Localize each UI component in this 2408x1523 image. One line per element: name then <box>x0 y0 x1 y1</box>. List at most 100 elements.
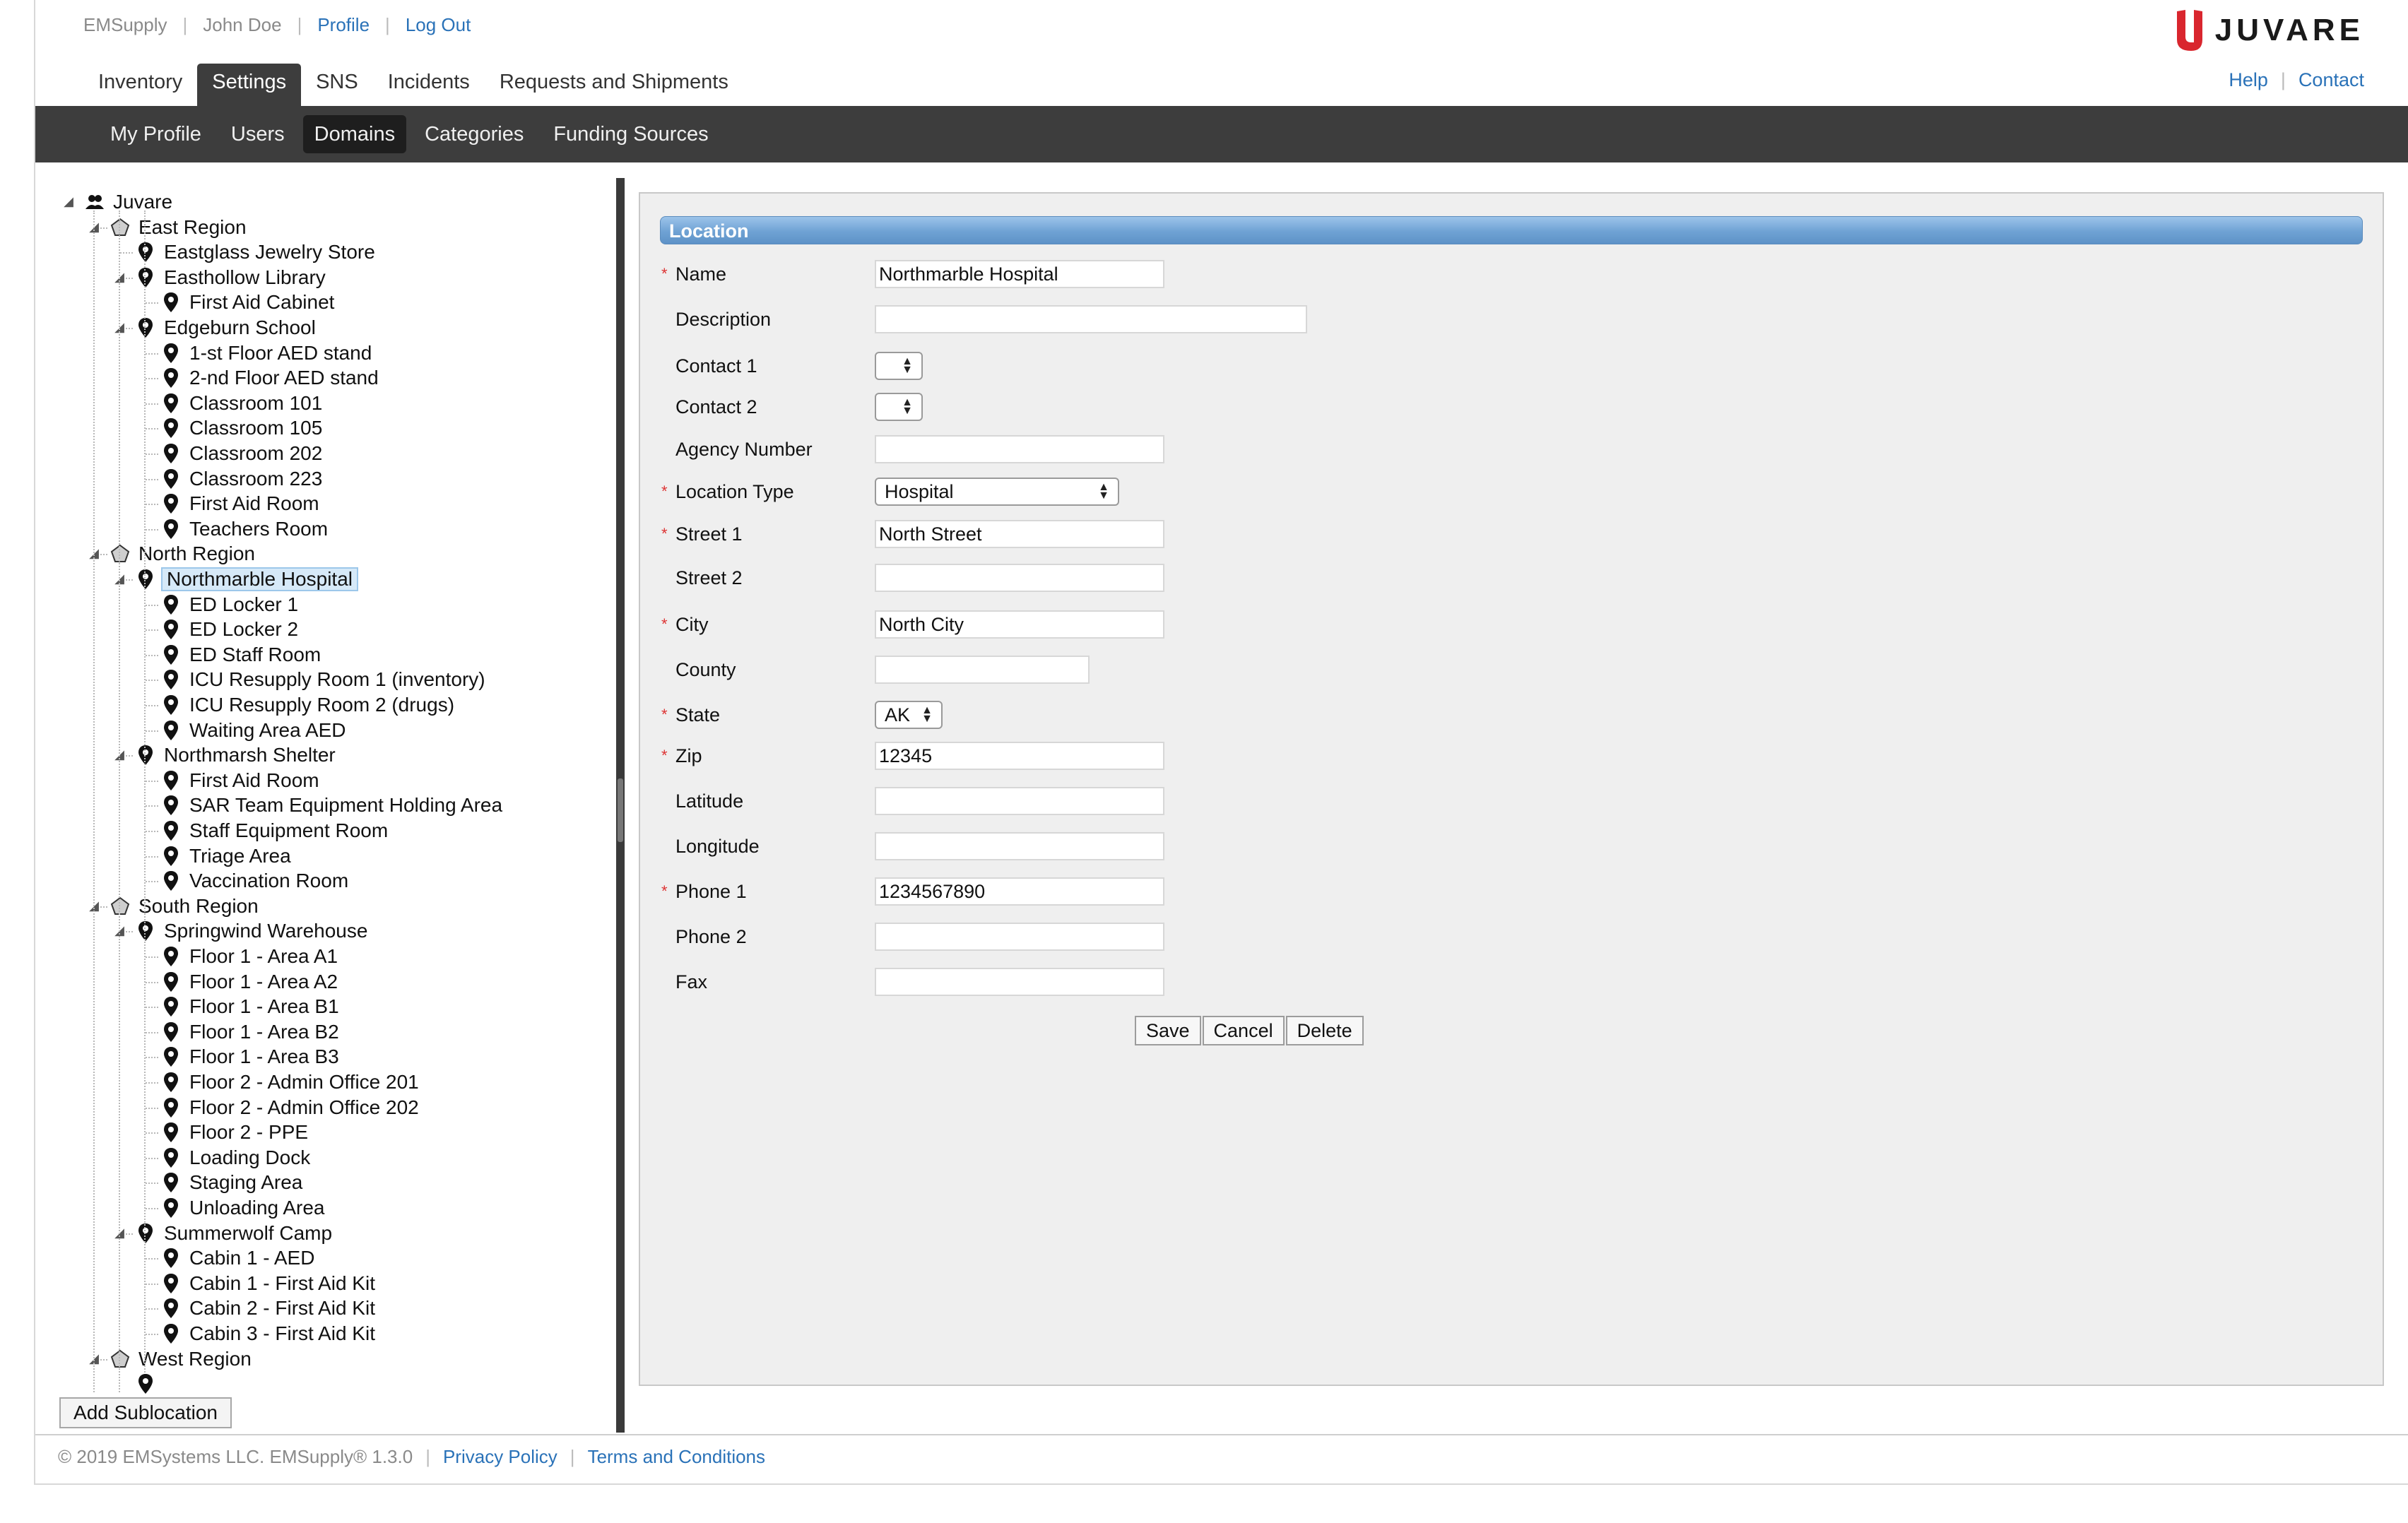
tree-node[interactable]: Classroom 223 <box>161 466 325 492</box>
subtab-my-profile[interactable]: My Profile <box>99 115 213 153</box>
tree-node[interactable]: Easthollow Library <box>136 265 329 290</box>
tree-node[interactable]: Cabin 2 - First Aid Kit <box>161 1296 378 1321</box>
location-pin-icon <box>136 568 155 591</box>
tree-node[interactable]: Floor 1 - Area A1 <box>161 944 341 969</box>
required-marker: * <box>661 882 668 900</box>
tree-node[interactable]: Classroom 101 <box>161 391 325 416</box>
subtab-domains[interactable]: Domains <box>302 115 407 153</box>
tab-requests-and-shipments[interactable]: Requests and Shipments <box>485 66 743 106</box>
name-input[interactable] <box>875 260 1164 288</box>
tree-node-label: South Region <box>138 894 259 917</box>
collapse-toggle-icon[interactable]: ◢ <box>62 195 75 208</box>
contact-link[interactable]: Contact <box>2298 69 2364 90</box>
tree-node-label: Waiting Area AED <box>189 718 346 741</box>
tree-node[interactable]: First Aid Cabinet <box>161 290 337 315</box>
tree-node[interactable]: ED Locker 2 <box>161 617 301 642</box>
county-input[interactable] <box>875 656 1090 684</box>
tree-node[interactable]: South Region <box>110 894 261 919</box>
longitude-input[interactable] <box>875 832 1164 860</box>
logout-link[interactable]: Log Out <box>406 14 471 35</box>
tree-node[interactable]: Floor 2 - Admin Office 201 <box>161 1069 422 1095</box>
tree-node[interactable]: Floor 2 - Admin Office 202 <box>161 1095 422 1120</box>
tree-node[interactable]: Floor 2 - PPE <box>161 1120 311 1145</box>
help-link[interactable]: Help <box>2229 69 2268 90</box>
tree-node[interactable]: Cabin 3 - First Aid Kit <box>161 1321 378 1346</box>
street2-input[interactable] <box>875 564 1164 592</box>
tree-node[interactable]: West Region <box>110 1346 254 1372</box>
splitter-grip[interactable] <box>618 778 623 842</box>
tree-node[interactable]: Classroom 202 <box>161 441 325 466</box>
location-pin-icon <box>136 316 155 339</box>
location-type-select[interactable]: Hospital ▲ ▼ <box>875 478 1119 506</box>
tree-node[interactable]: Unloading Area <box>161 1195 327 1221</box>
tree-node[interactable]: East Region <box>110 215 249 240</box>
delete-button[interactable]: Delete <box>1285 1016 1364 1045</box>
tree-node[interactable]: SAR Team Equipment Holding Area <box>161 793 505 818</box>
tree-node[interactable]: Waiting Area AED <box>161 718 349 743</box>
street1-input[interactable] <box>875 520 1164 548</box>
tree-node[interactable]: Classroom 105 <box>161 415 325 441</box>
terms-link[interactable]: Terms and Conditions <box>588 1446 765 1467</box>
tree-node[interactable]: Northmarble Hospital <box>136 567 358 592</box>
tree-node[interactable]: Vaccination Room <box>161 868 351 894</box>
tab-sns[interactable]: SNS <box>301 66 373 106</box>
tree-node[interactable]: North Region <box>110 541 258 567</box>
tree-node[interactable]: ED Locker 1 <box>161 592 301 617</box>
city-input[interactable] <box>875 610 1164 639</box>
agency-number-input[interactable] <box>875 435 1164 463</box>
tree-node[interactable]: Northmarsh Shelter <box>136 742 338 768</box>
cancel-button[interactable]: Cancel <box>1202 1016 1285 1045</box>
tab-settings[interactable]: Settings <box>197 64 302 106</box>
tree-node[interactable]: 2-nd Floor AED stand <box>161 365 382 391</box>
tree-node[interactable]: Staging Area <box>161 1170 305 1195</box>
tree-node[interactable]: Cabin 1 - First Aid Kit <box>161 1271 378 1296</box>
tree-node[interactable]: Loading Dock <box>161 1145 313 1171</box>
tree-node[interactable]: ICU Resupply Room 1 (inventory) <box>161 667 488 692</box>
juvare-logo[interactable]: JUVARE <box>2176 6 2364 55</box>
phone2-input[interactable] <box>875 923 1164 951</box>
required-marker: * <box>661 706 668 723</box>
tree-node[interactable]: Staff Equipment Room <box>161 818 391 843</box>
copyright-text: © 2019 EMSystems LLC. EMSupply® 1.3.0 <box>58 1446 413 1467</box>
phone1-input[interactable] <box>875 877 1164 906</box>
tree-node[interactable]: ICU Resupply Room 2 (drugs) <box>161 692 457 718</box>
description-input[interactable] <box>875 305 1307 333</box>
tree-node[interactable]: Summerwolf Camp <box>136 1221 335 1246</box>
fax-input[interactable] <box>875 968 1164 996</box>
add-sublocation-button[interactable]: Add Sublocation <box>59 1397 232 1428</box>
tree-node[interactable]: Teachers Room <box>161 516 331 542</box>
tree-node-partial[interactable] <box>136 1371 161 1394</box>
save-button[interactable]: Save <box>1135 1016 1201 1045</box>
description-label: Description <box>675 308 772 330</box>
tree-connector <box>146 654 158 656</box>
tree-node[interactable]: Floor 1 - Area B3 <box>161 1044 342 1069</box>
tree-node[interactable]: Triage Area <box>161 843 294 869</box>
tree-node[interactable]: Cabin 1 - AED <box>161 1245 317 1271</box>
tree-node[interactable]: First Aid Room <box>161 768 322 793</box>
contact2-select[interactable]: ▲ ▼ <box>875 393 923 421</box>
tree-node[interactable]: Edgeburn School <box>136 315 319 340</box>
tab-incidents[interactable]: Incidents <box>373 66 485 106</box>
tree-node[interactable]: Juvare <box>85 189 175 215</box>
tree-node[interactable]: First Aid Room <box>161 491 322 516</box>
subtab-categories[interactable]: Categories <box>413 115 535 153</box>
tree-node[interactable]: 1-st Floor AED stand <box>161 340 374 366</box>
tree-node[interactable]: ED Staff Room <box>161 642 324 668</box>
tree-node[interactable]: Floor 1 - Area B2 <box>161 1019 342 1045</box>
contact1-select[interactable]: ▲ ▼ <box>875 352 923 380</box>
tree-node[interactable]: Springwind Warehouse <box>136 918 370 944</box>
tree-node[interactable]: Floor 1 - Area A2 <box>161 969 341 995</box>
panel-splitter[interactable] <box>616 178 625 1433</box>
tree-node[interactable]: Floor 1 - Area B1 <box>161 994 342 1019</box>
location-tree[interactable]: ◢ Juvare ◢ East Region Eastglass Jewelry Sto… <box>35 178 616 1394</box>
tree-node[interactable]: Eastglass Jewelry Store <box>136 239 378 265</box>
latitude-input[interactable] <box>875 787 1164 815</box>
privacy-policy-link[interactable]: Privacy Policy <box>443 1446 557 1467</box>
zip-input[interactable] <box>875 742 1164 770</box>
state-select[interactable]: AK ▲ ▼ <box>875 701 943 729</box>
subtab-funding-sources[interactable]: Funding Sources <box>542 115 719 153</box>
tab-inventory[interactable]: Inventory <box>83 66 197 106</box>
profile-link[interactable]: Profile <box>317 14 370 35</box>
subtab-users[interactable]: Users <box>220 115 296 153</box>
tree-connector <box>146 730 158 732</box>
